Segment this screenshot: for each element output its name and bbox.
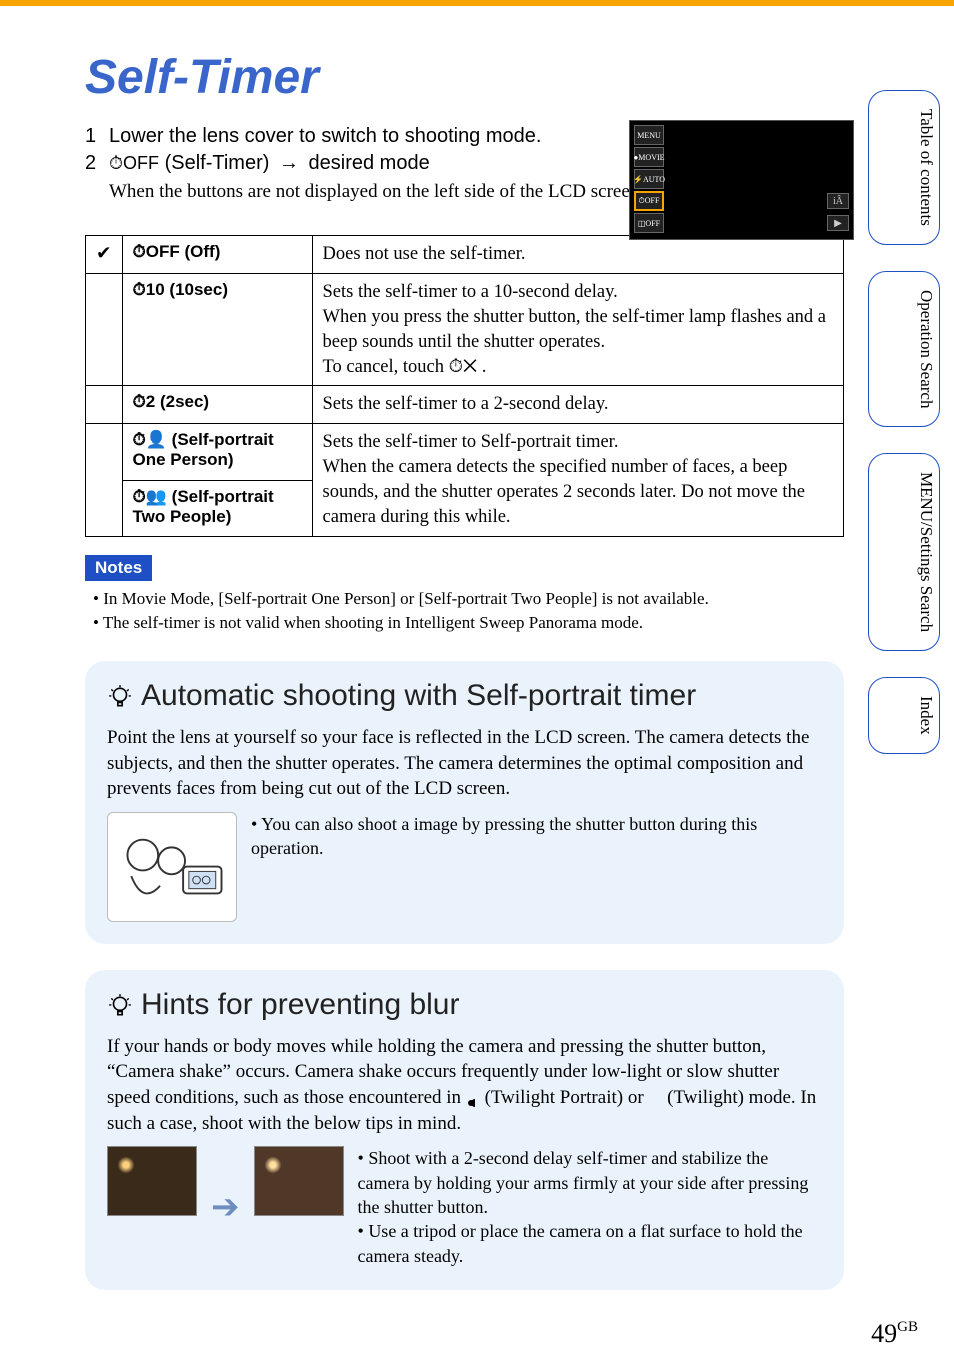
lcd-play-icon: ▶ xyxy=(827,215,849,231)
step-1-number: 1 xyxy=(85,125,109,148)
default-check-icon: ✔ xyxy=(86,235,123,273)
page-number: 49GB xyxy=(871,1319,918,1349)
camera-lcd-screenshot: MENU ●MOVIE ⚡AUTO ⏱OFF ◫OFF iÂ ▶ xyxy=(629,120,854,240)
arrow-right-icon: ➔ xyxy=(211,1187,240,1227)
tip-auto-selfportrait: Automatic shooting with Self-portrait ti… xyxy=(85,661,844,944)
options-table: ✔ ⏱OFF (Off) Does not use the self-timer… xyxy=(85,235,844,538)
option-2sec-name: ⏱2 (2sec) xyxy=(122,386,312,424)
tip-blur-bullets: Shoot with a 2-second delay self-timer a… xyxy=(358,1146,823,1267)
tip-prevent-blur: Hints for preventing blur If your hands … xyxy=(85,970,844,1290)
option-off-desc: Does not use the self-timer. xyxy=(312,235,843,273)
tip-auto-bullet: You can also shoot a image by pressing t… xyxy=(251,812,822,861)
table-cell-blank xyxy=(86,273,123,386)
blur-after-illustration xyxy=(254,1146,344,1216)
sidetab-toc[interactable]: Table of contents xyxy=(868,90,940,245)
sidetab-index[interactable]: Index xyxy=(868,677,940,754)
notes-badge: Notes xyxy=(85,555,152,581)
twilight-portrait-icon xyxy=(466,1092,480,1106)
option-10sec-desc: Sets the self-timer to a 10-second delay… xyxy=(312,273,843,386)
option-self-two-name: ⏱👥 (Self-portrait Two People) xyxy=(122,480,312,536)
twilight-icon xyxy=(648,1092,662,1106)
lcd-btn-flash: ⚡AUTO xyxy=(634,169,664,189)
tip-auto-body: Point the lens at yourself so your face … xyxy=(107,725,822,802)
sidetab-operation-search[interactable]: Operation Search xyxy=(868,271,940,427)
step-2-number: 2 xyxy=(85,152,109,175)
lcd-btn-movie: ●MOVIE xyxy=(634,147,664,167)
tip-blur-title: Hints for preventing blur xyxy=(141,988,460,1022)
timer-off-icon: ⏱OFF xyxy=(109,153,159,173)
note-item: In Movie Mode, [Self-portrait One Person… xyxy=(93,587,844,611)
step-2-label: (Self-Timer) xyxy=(159,152,275,174)
blur-before-illustration xyxy=(107,1146,197,1216)
lcd-btn-disp: ◫OFF xyxy=(634,213,664,233)
hint-lamp-icon xyxy=(107,988,133,1022)
tip-blur-bullet: Shoot with a 2-second delay self-timer a… xyxy=(358,1146,823,1219)
lcd-btn-timer: ⏱OFF xyxy=(634,191,664,211)
table-cell-blank xyxy=(86,386,123,424)
tip-blur-bullet: Use a tripod or place the camera on a fl… xyxy=(358,1219,823,1268)
option-self-desc: Sets the self-timer to Self-portrait tim… xyxy=(312,424,843,537)
tip-auto-bullets: You can also shoot a image by pressing t… xyxy=(251,812,822,861)
tip-blur-body: If your hands or body moves while holdin… xyxy=(107,1034,822,1137)
selfportrait-illustration xyxy=(107,812,237,922)
tip-auto-title: Automatic shooting with Self-portrait ti… xyxy=(141,679,696,713)
sidetab-menu-settings-search[interactable]: MENU/Settings Search xyxy=(868,453,940,651)
option-2sec-desc: Sets the self-timer to a 2-second delay. xyxy=(312,386,843,424)
step-2-suffix: desired mode xyxy=(303,152,430,174)
option-off-name: ⏱OFF (Off) xyxy=(122,235,312,273)
note-item: The self-timer is not valid when shootin… xyxy=(93,611,844,635)
option-10sec-name: ⏱10 (10sec) xyxy=(122,273,312,386)
lcd-btn-menu: MENU xyxy=(634,125,664,145)
hint-lamp-icon xyxy=(107,679,133,713)
table-cell-blank xyxy=(86,424,123,537)
lcd-mode-icon: iÂ xyxy=(827,193,849,209)
notes-list: In Movie Mode, [Self-portrait One Person… xyxy=(93,587,844,635)
arrow-right-icon: → xyxy=(279,152,299,175)
page-title: Self-Timer xyxy=(85,50,844,105)
option-self-one-name: ⏱👤 (Self-portrait One Person) xyxy=(122,424,312,480)
